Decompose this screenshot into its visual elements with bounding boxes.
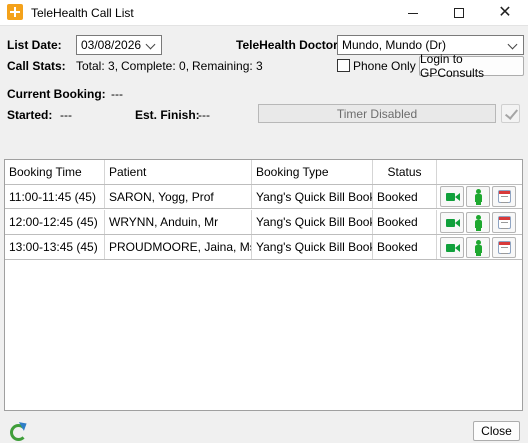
timer-display: Timer Disabled [258,104,496,123]
row-actions [437,235,522,259]
phone-only-label: Phone Only [353,59,416,73]
calendar-icon [498,240,511,254]
minimize-button[interactable] [390,0,436,26]
started-value: --- [60,108,72,122]
patient-cell: SARON, Yogg, Prof [105,185,252,208]
close-button[interactable]: Close [473,421,520,441]
open-appointment-button[interactable] [492,236,516,258]
row-actions [437,210,522,234]
est-finish-label: Est. Finish: [135,108,200,122]
status-cell: Booked [373,235,437,259]
video-camera-icon [446,218,460,227]
maximize-icon [454,8,464,18]
refresh-icon[interactable] [8,422,27,441]
chevron-down-icon [145,38,157,52]
close-icon: ✕ [498,4,512,21]
booking-time-cell: 13:00-13:45 (45) [5,235,105,259]
column-header-actions [437,160,522,184]
calendar-icon [498,190,511,203]
start-video-call-button[interactable] [440,186,464,207]
start-video-call-button[interactable] [440,236,464,258]
table-header: Booking Time Patient Booking Type Status [5,160,522,184]
call-stats-remaining: Remaining: 3 [192,59,263,73]
current-booking-label: Current Booking: [7,87,106,101]
call-stats-complete: Complete: 0, [121,59,190,73]
booking-table: Booking Time Patient Booking Type Status… [4,159,523,411]
checkmark-icon[interactable] [501,104,520,123]
start-video-call-button[interactable] [440,211,464,233]
booking-type-cell: Yang's Quick Bill Booki... [252,185,373,208]
phone-only-checkbox[interactable] [337,59,350,72]
patient-details-button[interactable] [466,211,490,233]
patient-cell: PROUDMOORE, Jaina, Ms [105,235,252,259]
list-date-picker[interactable]: 03/08/2026 [76,35,162,55]
patient-details-button[interactable] [466,236,490,258]
doctor-value: Mundo, Mundo (Dr) [342,38,447,52]
call-stats-label: Call Stats: [7,59,66,73]
video-camera-icon [446,243,460,252]
column-header-patient[interactable]: Patient [105,160,252,184]
est-finish-value: --- [198,108,210,122]
login-gpconsults-button[interactable]: Login to GPConsults [419,52,524,80]
status-cell: Booked [373,210,437,234]
chevron-down-icon [507,38,519,52]
list-date-label: List Date: [7,38,62,52]
close-window-button[interactable]: ✕ [482,0,528,26]
person-icon [476,239,481,245]
booking-time-cell: 12:00-12:45 (45) [5,210,105,234]
row-actions [437,185,522,208]
telehealth-app-icon [7,4,23,20]
minimize-icon [408,12,418,14]
doctor-label: TeleHealth Doctor: [236,38,342,52]
status-cell: Booked [373,185,437,208]
open-appointment-button[interactable] [492,211,516,233]
column-header-booking-time[interactable]: Booking Time [5,160,105,184]
started-label: Started: [7,108,53,122]
call-stats-total: Total: 3, [76,59,119,73]
patient-details-button[interactable] [466,186,490,207]
current-booking-value: --- [111,87,123,101]
calendar-icon [498,215,511,229]
maximize-button[interactable] [436,0,482,26]
table-row[interactable]: 13:00-13:45 (45) PROUDMOORE, Jaina, Ms Y… [5,235,522,260]
open-appointment-button[interactable] [492,186,516,207]
column-header-status[interactable]: Status [373,160,437,184]
table-row[interactable]: 11:00-11:45 (45) SARON, Yogg, Prof Yang'… [5,184,522,209]
window-title: TeleHealth Call List [31,6,134,20]
video-camera-icon [446,193,460,201]
table-row[interactable]: 12:00-12:45 (45) WRYNN, Anduin, Mr Yang'… [5,210,522,235]
person-icon [476,214,481,220]
title-bar: TeleHealth Call List ✕ [0,0,528,26]
patient-cell: WRYNN, Anduin, Mr [105,210,252,234]
column-header-booking-type[interactable]: Booking Type [252,160,373,184]
booking-type-cell: Yang's Quick Bill Booki... [252,210,373,234]
booking-type-cell: Yang's Quick Bill Booki... [252,235,373,259]
list-date-value: 03/08/2026 [81,38,142,52]
booking-time-cell: 11:00-11:45 (45) [5,185,105,208]
